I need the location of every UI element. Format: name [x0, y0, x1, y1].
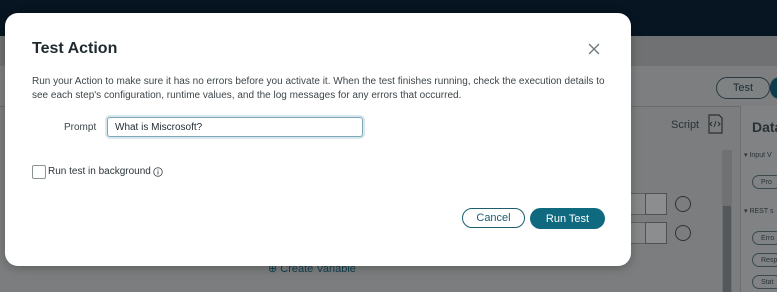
background-remove-icon [675, 225, 691, 241]
side-item-input: ▾ Input V [744, 152, 772, 159]
close-icon[interactable] [586, 41, 602, 57]
cancel-button[interactable]: Cancel [462, 208, 525, 228]
background-remove-icon [675, 196, 691, 212]
run-in-background-label: Run test in background [48, 166, 151, 177]
info-icon[interactable] [153, 167, 163, 177]
side-item-rest: ▾ REST s [744, 208, 774, 215]
run-in-background-checkbox[interactable] [32, 165, 46, 179]
prompt-input[interactable] [107, 117, 363, 137]
chip-response: Resp [752, 253, 777, 267]
dialog-title: Test Action [32, 40, 118, 57]
background-pill-icon [645, 222, 667, 244]
chip-error: Erro [752, 231, 777, 245]
background-scrollbar-thumb [723, 206, 731, 292]
dialog-description: Run your Action to make sure it has no e… [32, 76, 605, 101]
chip-prompt: Pro [752, 175, 777, 189]
test-action-dialog: Test Action Run your Action to make sure… [5, 13, 631, 266]
prompt-label: Prompt [64, 122, 97, 133]
data-panel-title: Data [752, 119, 777, 135]
script-label: Script [671, 119, 700, 131]
chip-status: Stat [752, 275, 777, 289]
run-test-button[interactable]: Run Test [530, 208, 605, 229]
background-test-button: Test [716, 77, 770, 99]
script-icon [708, 114, 723, 134]
background-pill-icon [645, 193, 667, 215]
